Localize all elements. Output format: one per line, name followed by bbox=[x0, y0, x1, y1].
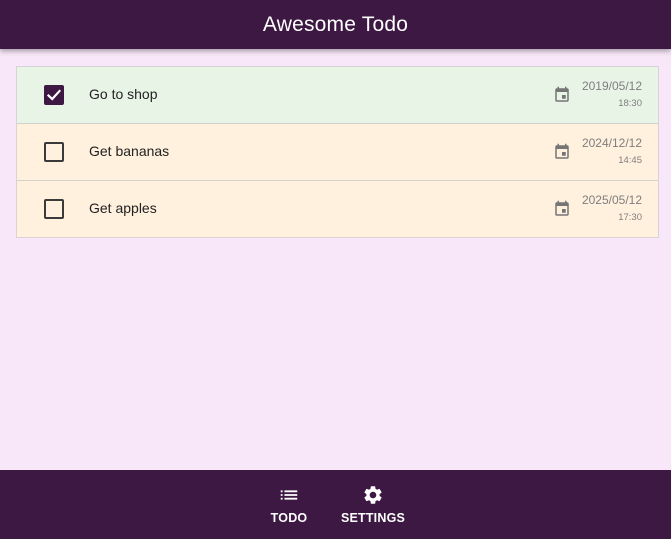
todo-text: Get apples bbox=[89, 200, 157, 216]
tab-todo-label: TODO bbox=[270, 511, 308, 525]
todo-list: Go to shop 2019/05/12 18:30 Get bananas … bbox=[16, 66, 659, 238]
todo-text: Go to shop bbox=[89, 86, 158, 102]
todo-checkbox[interactable] bbox=[44, 85, 64, 105]
calendar-icon bbox=[555, 200, 569, 216]
bottom-nav: TODO SETTINGS bbox=[0, 470, 671, 539]
todo-checkbox[interactable] bbox=[44, 142, 64, 162]
tab-todo[interactable]: TODO bbox=[260, 484, 318, 525]
todo-item[interactable]: Go to shop 2019/05/12 18:30 bbox=[17, 67, 658, 124]
todo-item[interactable]: Get apples 2025/05/12 17:30 bbox=[17, 181, 658, 237]
app-title: Awesome Todo bbox=[262, 12, 409, 36]
todo-date: 2019/05/12 bbox=[581, 79, 642, 93]
check-icon bbox=[46, 89, 62, 101]
tab-settings-label: SETTINGS bbox=[340, 511, 406, 525]
tab-settings[interactable]: SETTINGS bbox=[333, 484, 413, 525]
calendar-icon bbox=[555, 86, 569, 102]
todo-item[interactable]: Get bananas 2024/12/12 14:45 bbox=[17, 124, 658, 181]
gear-icon bbox=[364, 486, 382, 504]
todo-checkbox[interactable] bbox=[44, 199, 64, 219]
todo-date: 2024/12/12 bbox=[581, 136, 642, 150]
todo-time: 14:45 bbox=[618, 155, 642, 166]
app-bar: Awesome Todo bbox=[0, 0, 671, 49]
todo-date: 2025/05/12 bbox=[581, 193, 642, 207]
todo-time: 18:30 bbox=[618, 98, 642, 109]
list-icon bbox=[280, 490, 298, 500]
todo-text: Get bananas bbox=[89, 143, 170, 159]
todo-time: 17:30 bbox=[618, 212, 642, 223]
calendar-icon bbox=[555, 143, 569, 159]
